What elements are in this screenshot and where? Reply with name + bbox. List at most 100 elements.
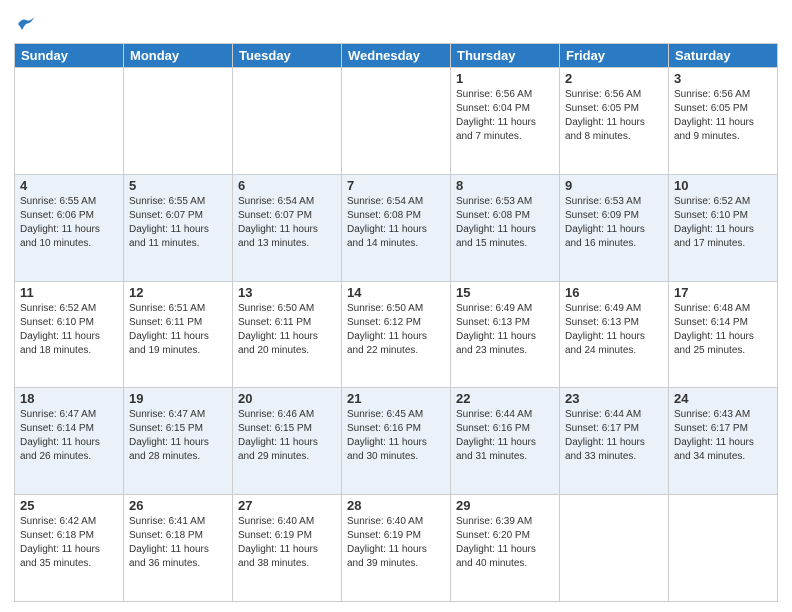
calendar-header-thursday: Thursday [451,44,560,68]
day-number: 4 [20,178,118,193]
page: SundayMondayTuesdayWednesdayThursdayFrid… [0,0,792,612]
calendar-cell: 25 Sunrise: 6:42 AMSunset: 6:18 PMDayligh… [15,495,124,602]
calendar-week-row: 1 Sunrise: 6:56 AMSunset: 6:04 PMDaylight… [15,68,778,175]
day-info: Sunrise: 6:53 AMSunset: 6:08 PMDaylight:… [456,195,554,251]
day-number: 7 [347,178,445,193]
calendar-cell [233,68,342,175]
calendar-cell: 3 Sunrise: 6:56 AMSunset: 6:05 PMDaylight… [669,68,778,175]
day-number: 16 [565,285,663,300]
day-number: 19 [129,391,227,406]
calendar-cell: 5 Sunrise: 6:55 AMSunset: 6:07 PMDaylight… [124,174,233,281]
day-info: Sunrise: 6:50 AMSunset: 6:12 PMDaylight:… [347,302,445,358]
calendar-cell: 21 Sunrise: 6:45 AMSunset: 6:16 PMDayligh… [342,388,451,495]
calendar-cell: 12 Sunrise: 6:51 AMSunset: 6:11 PMDayligh… [124,281,233,388]
day-info: Sunrise: 6:52 AMSunset: 6:10 PMDaylight:… [20,302,118,358]
header [14,10,778,37]
day-info: Sunrise: 6:43 AMSunset: 6:17 PMDaylight:… [674,408,772,464]
day-info: Sunrise: 6:56 AMSunset: 6:05 PMDaylight:… [674,88,772,144]
calendar-cell: 23 Sunrise: 6:44 AMSunset: 6:17 PMDayligh… [560,388,669,495]
day-number: 12 [129,285,227,300]
calendar-cell: 20Sunrise: 6:46 AMSunset: 6:15 PMDayligh… [233,388,342,495]
day-number: 20 [238,391,336,406]
day-number: 14 [347,285,445,300]
day-info: Sunrise: 6:39 AMSunset: 6:20 PMDaylight:… [456,515,554,571]
calendar-cell: 9 Sunrise: 6:53 AMSunset: 6:09 PMDaylight… [560,174,669,281]
day-info: Sunrise: 6:44 AMSunset: 6:17 PMDaylight:… [565,408,663,464]
day-info: Sunrise: 6:42 AMSunset: 6:18 PMDaylight:… [20,515,118,571]
calendar-header-friday: Friday [560,44,669,68]
day-number: 11 [20,285,118,300]
calendar-week-row: 4Sunrise: 6:55 AMSunset: 6:06 PMDaylight… [15,174,778,281]
calendar-cell [560,495,669,602]
day-number: 3 [674,71,772,86]
day-info: Sunrise: 6:44 AMSunset: 6:16 PMDaylight:… [456,408,554,464]
day-number: 1 [456,71,554,86]
day-number: 18 [20,391,118,406]
day-info: Sunrise: 6:54 AMSunset: 6:08 PMDaylight:… [347,195,445,251]
day-info: Sunrise: 6:41 AMSunset: 6:18 PMDaylight:… [129,515,227,571]
day-number: 26 [129,498,227,513]
day-number: 27 [238,498,336,513]
calendar-cell: 18Sunrise: 6:47 AMSunset: 6:14 PMDayligh… [15,388,124,495]
day-number: 29 [456,498,554,513]
day-number: 10 [674,178,772,193]
day-info: Sunrise: 6:55 AMSunset: 6:07 PMDaylight:… [129,195,227,251]
day-number: 17 [674,285,772,300]
day-number: 21 [347,391,445,406]
day-number: 24 [674,391,772,406]
day-number: 2 [565,71,663,86]
logo-bird-icon [16,16,36,32]
day-info: Sunrise: 6:40 AMSunset: 6:19 PMDaylight:… [347,515,445,571]
day-info: Sunrise: 6:48 AMSunset: 6:14 PMDaylight:… [674,302,772,358]
calendar-cell: 27 Sunrise: 6:40 AMSunset: 6:19 PMDayligh… [233,495,342,602]
calendar-cell: 8 Sunrise: 6:53 AMSunset: 6:08 PMDaylight… [451,174,560,281]
calendar-table: SundayMondayTuesdayWednesdayThursdayFrid… [14,43,778,602]
day-number: 13 [238,285,336,300]
day-info: Sunrise: 6:47 AMSunset: 6:15 PMDaylight:… [129,408,227,464]
day-info: Sunrise: 6:56 AMSunset: 6:05 PMDaylight:… [565,88,663,144]
calendar-cell: 7 Sunrise: 6:54 AMSunset: 6:08 PMDaylight… [342,174,451,281]
day-info: Sunrise: 6:56 AMSunset: 6:04 PMDaylight:… [456,88,554,144]
calendar-cell: 15 Sunrise: 6:49 AMSunset: 6:13 PMDayligh… [451,281,560,388]
calendar-cell: 16 Sunrise: 6:49 AMSunset: 6:13 PMDayligh… [560,281,669,388]
calendar-header-monday: Monday [124,44,233,68]
calendar-cell: 17 Sunrise: 6:48 AMSunset: 6:14 PMDayligh… [669,281,778,388]
day-number: 8 [456,178,554,193]
calendar-cell [15,68,124,175]
day-info: Sunrise: 6:54 AMSunset: 6:07 PMDaylight:… [238,195,336,251]
day-info: Sunrise: 6:45 AMSunset: 6:16 PMDaylight:… [347,408,445,464]
calendar-week-row: 25 Sunrise: 6:42 AMSunset: 6:18 PMDayligh… [15,495,778,602]
calendar-cell: 1 Sunrise: 6:56 AMSunset: 6:04 PMDaylight… [451,68,560,175]
day-info: Sunrise: 6:40 AMSunset: 6:19 PMDaylight:… [238,515,336,571]
calendar-cell: 10 Sunrise: 6:52 AMSunset: 6:10 PMDayligh… [669,174,778,281]
calendar-cell: 24 Sunrise: 6:43 AMSunset: 6:17 PMDayligh… [669,388,778,495]
day-info: Sunrise: 6:51 AMSunset: 6:11 PMDaylight:… [129,302,227,358]
calendar-cell: 6 Sunrise: 6:54 AMSunset: 6:07 PMDaylight… [233,174,342,281]
day-number: 23 [565,391,663,406]
calendar-week-row: 18Sunrise: 6:47 AMSunset: 6:14 PMDayligh… [15,388,778,495]
day-number: 28 [347,498,445,513]
day-number: 9 [565,178,663,193]
day-info: Sunrise: 6:53 AMSunset: 6:09 PMDaylight:… [565,195,663,251]
calendar-cell: 2 Sunrise: 6:56 AMSunset: 6:05 PMDaylight… [560,68,669,175]
calendar-cell: 13 Sunrise: 6:50 AMSunset: 6:11 PMDayligh… [233,281,342,388]
calendar-cell [124,68,233,175]
calendar-header-row: SundayMondayTuesdayWednesdayThursdayFrid… [15,44,778,68]
day-info: Sunrise: 6:49 AMSunset: 6:13 PMDaylight:… [456,302,554,358]
calendar-cell: 11 Sunrise: 6:52 AMSunset: 6:10 PMDayligh… [15,281,124,388]
day-info: Sunrise: 6:49 AMSunset: 6:13 PMDaylight:… [565,302,663,358]
calendar-cell: 22 Sunrise: 6:44 AMSunset: 6:16 PMDayligh… [451,388,560,495]
day-number: 15 [456,285,554,300]
day-number: 5 [129,178,227,193]
day-number: 6 [238,178,336,193]
logo [14,14,36,37]
calendar-cell: 29 Sunrise: 6:39 AMSunset: 6:20 PMDayligh… [451,495,560,602]
calendar-week-row: 11 Sunrise: 6:52 AMSunset: 6:10 PMDayligh… [15,281,778,388]
day-info: Sunrise: 6:50 AMSunset: 6:11 PMDaylight:… [238,302,336,358]
calendar-cell: 28 Sunrise: 6:40 AMSunset: 6:19 PMDayligh… [342,495,451,602]
day-info: Sunrise: 6:52 AMSunset: 6:10 PMDaylight:… [674,195,772,251]
day-number: 22 [456,391,554,406]
calendar-cell: 14 Sunrise: 6:50 AMSunset: 6:12 PMDayligh… [342,281,451,388]
day-number: 25 [20,498,118,513]
calendar-header-saturday: Saturday [669,44,778,68]
